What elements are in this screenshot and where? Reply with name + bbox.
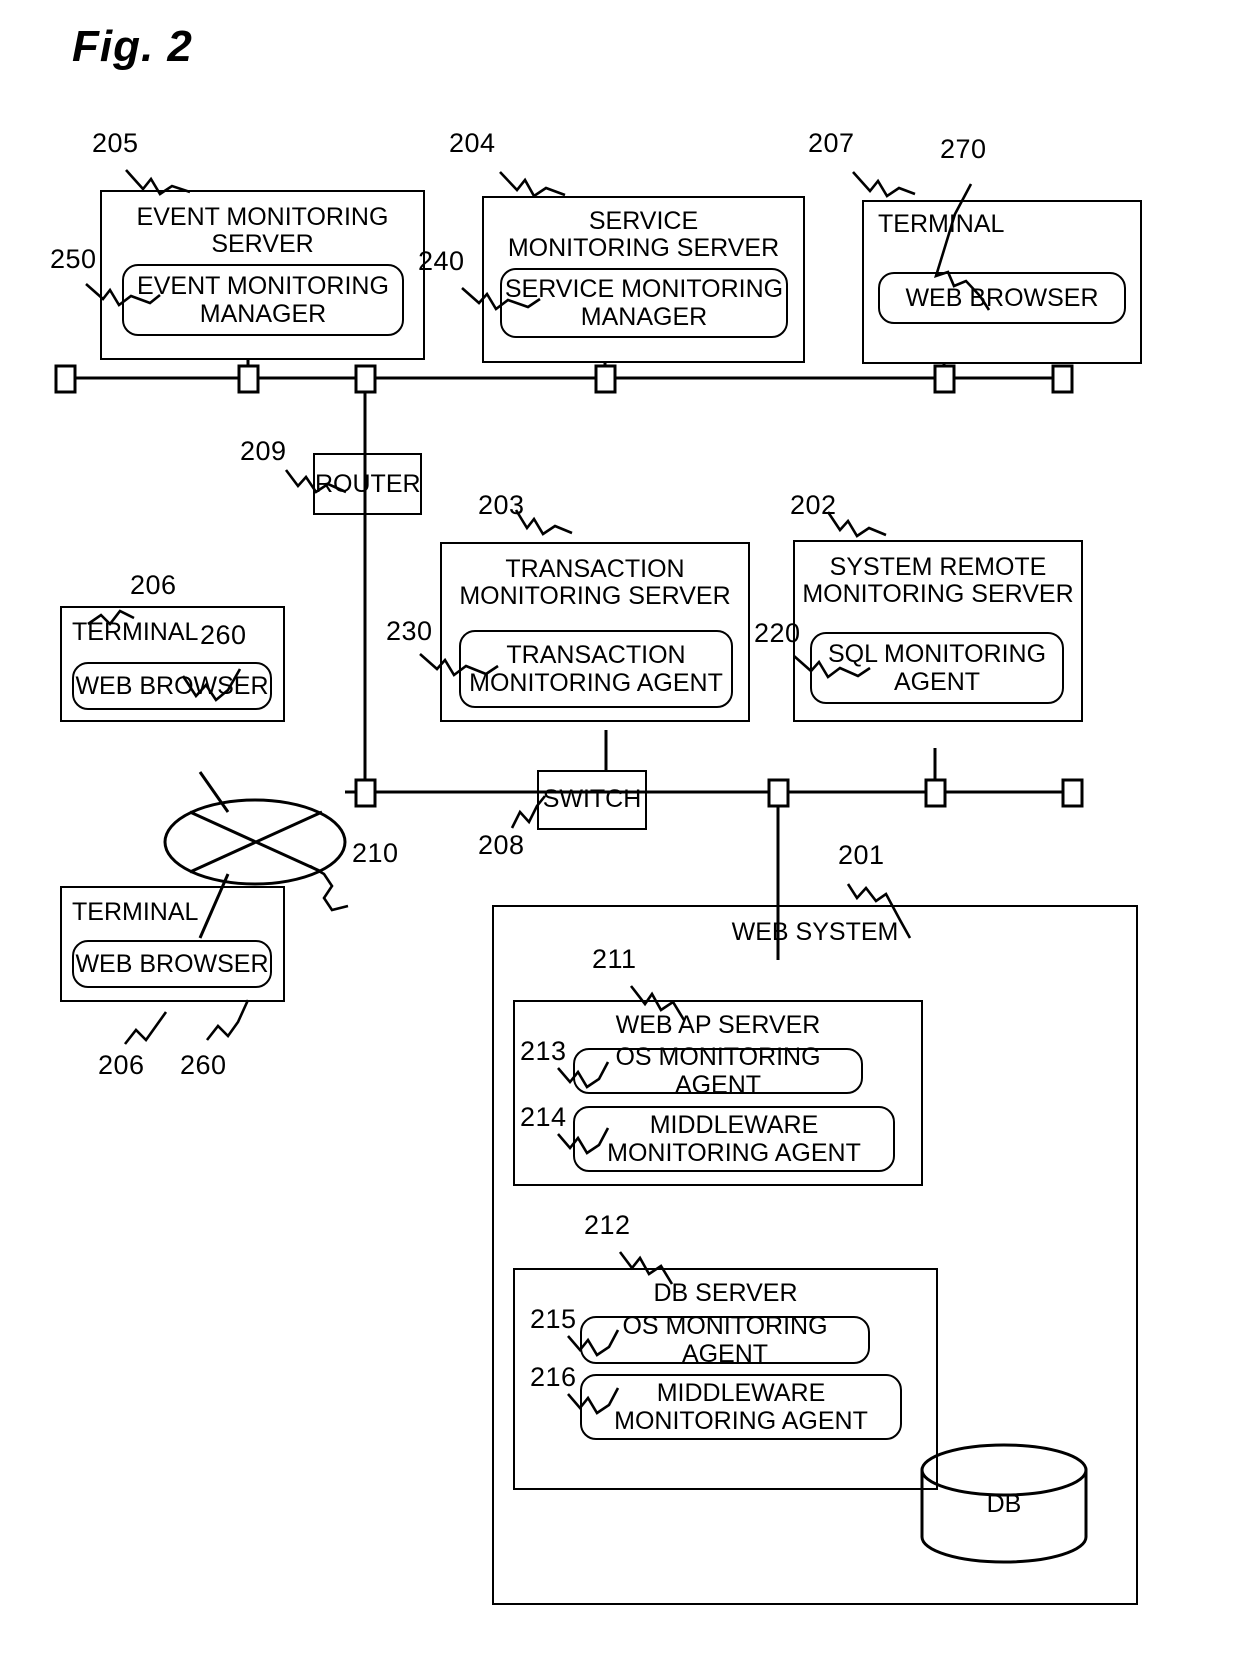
ref-202: 202 [790, 490, 837, 520]
ref-206-bottom: 206 [98, 1050, 145, 1080]
bus-connector-square [1051, 364, 1074, 394]
terminal-bottom-web-browser-box[interactable]: WEB BROWSER [72, 940, 272, 988]
transaction-monitoring-server-title: TRANSACTION MONITORING SERVER [459, 555, 731, 610]
ref-260-bottom: 260 [180, 1050, 227, 1080]
transaction-monitoring-agent-box[interactable]: TRANSACTION MONITORING AGENT [459, 630, 733, 708]
terminal-mid-web-browser-label: WEB BROWSER [75, 672, 269, 700]
bus-connector-square [54, 364, 77, 394]
router-title: ROUTER [315, 470, 421, 498]
bus-connector-square [924, 778, 947, 808]
terminal-bottom-web-browser-label: WEB BROWSER [75, 950, 269, 978]
leader-204 [499, 171, 566, 198]
switch-box[interactable]: SWITCH [537, 770, 647, 830]
bus-connector-square [354, 778, 377, 808]
terminal-top-web-browser-label: WEB BROWSER [905, 284, 1099, 312]
ref-210: 210 [352, 838, 399, 868]
transaction-monitoring-agent-label: TRANSACTION MONITORING AGENT [469, 641, 723, 697]
sql-monitoring-agent-box[interactable]: SQL MONITORING AGENT [810, 632, 1064, 704]
web-ap-middleware-monitoring-agent-label: MIDDLEWARE MONITORING AGENT [607, 1111, 861, 1167]
bus-connector-square [237, 364, 260, 394]
db-os-monitoring-agent-label: OS MONITORING AGENT [622, 1312, 828, 1368]
bus-connector-square [933, 364, 956, 394]
ref-205: 205 [92, 128, 139, 158]
terminal-mid-title: TERMINAL [72, 618, 199, 646]
bus-connector-square [1061, 778, 1084, 808]
web-system-title: WEB SYSTEM [731, 918, 899, 946]
web-ap-os-monitoring-agent-box[interactable]: OS MONITORING AGENT [573, 1043, 863, 1099]
bus-connector-square [354, 364, 377, 394]
web-ap-server-title: WEB AP SERVER [615, 1011, 821, 1039]
terminal-top-web-browser-box[interactable]: WEB BROWSER [878, 272, 1126, 324]
sql-monitoring-agent-label: SQL MONITORING AGENT [827, 640, 1047, 696]
ref-208: 208 [478, 830, 525, 860]
web-ap-os-monitoring-agent-label: OS MONITORING AGENT [615, 1043, 821, 1099]
leader-206-bottom [123, 1011, 168, 1045]
leader-260-bottom [205, 999, 250, 1041]
db-os-monitoring-agent-box[interactable]: OS MONITORING AGENT [580, 1312, 870, 1368]
terminal-bottom-title: TERMINAL [72, 898, 199, 926]
ref-207: 207 [808, 128, 855, 158]
db-middleware-monitoring-agent-label: MIDDLEWARE MONITORING AGENT [614, 1379, 868, 1435]
leader-202 [826, 511, 887, 538]
ref-206-top: 206 [130, 570, 177, 600]
service-monitoring-server-title: SERVICE MONITORING SERVER [507, 207, 780, 262]
ref-203: 203 [478, 490, 525, 520]
ref-204: 204 [449, 128, 496, 158]
ref-209: 209 [240, 436, 287, 466]
terminal-mid-web-browser-box[interactable]: WEB BROWSER [72, 662, 272, 710]
switch-title: SWITCH [542, 785, 642, 813]
event-monitoring-manager-label: EVENT MONITORING MANAGER [137, 272, 389, 328]
web-ap-middleware-monitoring-agent-box[interactable]: MIDDLEWARE MONITORING AGENT [573, 1106, 895, 1172]
bus-connector-square [767, 778, 790, 808]
db-server-title: DB SERVER [653, 1279, 798, 1307]
leader-207 [852, 171, 916, 198]
service-monitoring-manager-label: SERVICE MONITORING MANAGER [504, 275, 784, 331]
bus-connector-square [594, 364, 617, 394]
service-monitoring-manager-box[interactable]: SERVICE MONITORING MANAGER [500, 268, 788, 338]
event-monitoring-server-title: EVENT MONITORING SERVER [136, 203, 389, 258]
terminal-top-title: TERMINAL [878, 210, 1005, 238]
ref-270: 270 [940, 134, 987, 164]
ref-230: 230 [386, 616, 433, 646]
ref-201: 201 [838, 840, 885, 870]
database-label: DB [986, 1490, 1022, 1518]
router-box[interactable]: ROUTER [313, 453, 422, 515]
system-remote-monitoring-server-title: SYSTEM REMOTE MONITORING SERVER [802, 553, 1074, 608]
patent-figure-page: Fig. 2 205 250 204 240 207 270 209 203 2… [0, 0, 1240, 1663]
db-middleware-monitoring-agent-box[interactable]: MIDDLEWARE MONITORING AGENT [580, 1374, 902, 1440]
ref-250: 250 [50, 244, 97, 274]
event-monitoring-manager-box[interactable]: EVENT MONITORING MANAGER [122, 264, 404, 336]
